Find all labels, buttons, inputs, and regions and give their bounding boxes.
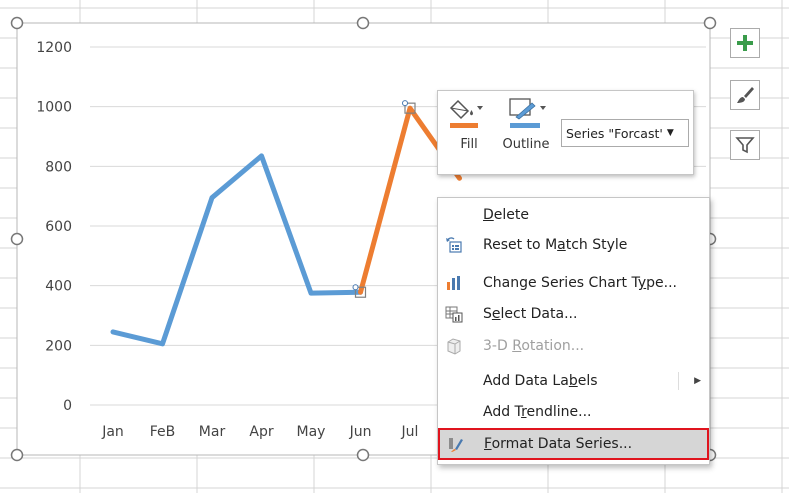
menu-item-label-change-a: Change Series Chart T (483, 275, 638, 291)
data-point-handle (402, 100, 408, 107)
pen-outline-icon (509, 98, 546, 128)
menu-item-label-trend-b: endline... (526, 404, 592, 420)
select-data-icon (445, 305, 463, 323)
fill-label: Fill (460, 137, 478, 152)
menu-item-label-select-a: S (483, 306, 492, 322)
x-tick-label: Mar (199, 424, 226, 440)
resize-handle (356, 448, 370, 462)
resize-handle (356, 16, 370, 30)
menu-item-delete[interactable]: Delete (438, 200, 709, 230)
menu-item-3d-rotation: 3-D Rotation... (438, 331, 709, 361)
mini-toolbar: Fill Outline Series "Forcast' ▼ (437, 90, 694, 175)
menu-item-label-reset-key: a (557, 237, 566, 253)
menu-item-label-labels-b: els (577, 373, 598, 389)
menu-item-label-reset-a: Reset to M (483, 237, 558, 253)
outline-button[interactable]: Outline (498, 97, 554, 152)
filter-icon (735, 137, 755, 154)
submenu-separator (678, 372, 679, 390)
dropdown-arrow-icon: ▼ (666, 128, 674, 138)
rotation-icon (445, 337, 463, 355)
chart-type-icon (445, 274, 463, 292)
x-tick-label: Jan (101, 424, 124, 440)
menu-item-label-select-b: lect Data... (500, 306, 578, 322)
x-tick-label: Jul (401, 424, 419, 440)
brush-icon (737, 87, 754, 103)
outline-label: Outline (502, 137, 550, 152)
menu-item-label-rotation-a: 3-D (483, 338, 513, 354)
x-axis-ticks: Jan FeB Mar Apr May Jun Jul (101, 424, 418, 440)
chart-filters-button[interactable] (730, 130, 760, 160)
fill-button[interactable]: Fill (448, 97, 490, 152)
x-tick-label: May (297, 424, 326, 440)
menu-item-label-delete-key: D (483, 207, 494, 223)
menu-item-label-change-key: y (637, 275, 647, 291)
menu-item-label-rotation-b: otation... (521, 338, 585, 354)
menu-item-format-data-series[interactable]: Format Data Series... (438, 428, 709, 460)
y-tick-label: 1000 (36, 100, 72, 116)
menu-item-label-delete: elete (493, 207, 529, 223)
chart-elements-button[interactable] (730, 28, 760, 58)
menu-item-change-series-chart-type[interactable]: Change Series Chart Type... (438, 268, 709, 298)
y-tick-label: 600 (45, 219, 72, 235)
menu-item-select-data[interactable]: Select Data... (438, 299, 709, 329)
menu-item-label-format-key: F (484, 436, 492, 452)
context-menu: Delete Reset to Match Style Change Serie… (437, 197, 710, 465)
fill-bucket-icon (449, 99, 483, 128)
series-selector-value: Series "Forcast' (566, 125, 663, 141)
menu-item-label-labels-key: b (568, 373, 578, 389)
resize-handle (10, 16, 24, 30)
menu-item-label-trend-a: Add T (483, 404, 522, 420)
format-series-icon (446, 435, 464, 453)
menu-item-add-data-labels[interactable]: Add Data Labels ▶ (438, 366, 709, 396)
y-tick-label: 800 (45, 159, 72, 175)
reset-icon (445, 236, 463, 254)
y-tick-label: 200 (45, 338, 72, 354)
y-tick-label: 1200 (36, 40, 72, 56)
menu-item-label-labels-a: Add Data La (483, 373, 569, 389)
resize-handle (10, 448, 24, 462)
menu-item-label-change-b: pe... (646, 275, 678, 291)
data-point-handle (352, 284, 359, 291)
menu-item-label-rotation-key: R (512, 338, 522, 354)
x-tick-label: Jun (349, 424, 372, 440)
menu-item-add-trendline[interactable]: Add Trendline... (438, 397, 709, 427)
y-tick-label: 0 (63, 398, 72, 414)
resize-handle (703, 16, 717, 30)
submenu-arrow-icon: ▶ (694, 376, 701, 386)
x-tick-label: Apr (249, 424, 273, 440)
x-tick-label: FeB (150, 424, 176, 440)
menu-item-label-format: ormat Data Series... (491, 436, 633, 452)
menu-item-reset-to-match-style[interactable]: Reset to Match Style (438, 230, 709, 260)
menu-item-label-select-key: e (491, 306, 501, 322)
chart-styles-button[interactable] (730, 80, 760, 110)
resize-handle (10, 232, 24, 246)
series-selector-dropdown[interactable]: Series "Forcast' ▼ (561, 119, 689, 147)
y-tick-label: 400 (45, 279, 72, 295)
menu-item-label-reset-b: tch Style (565, 237, 628, 253)
plus-icon (737, 35, 753, 51)
